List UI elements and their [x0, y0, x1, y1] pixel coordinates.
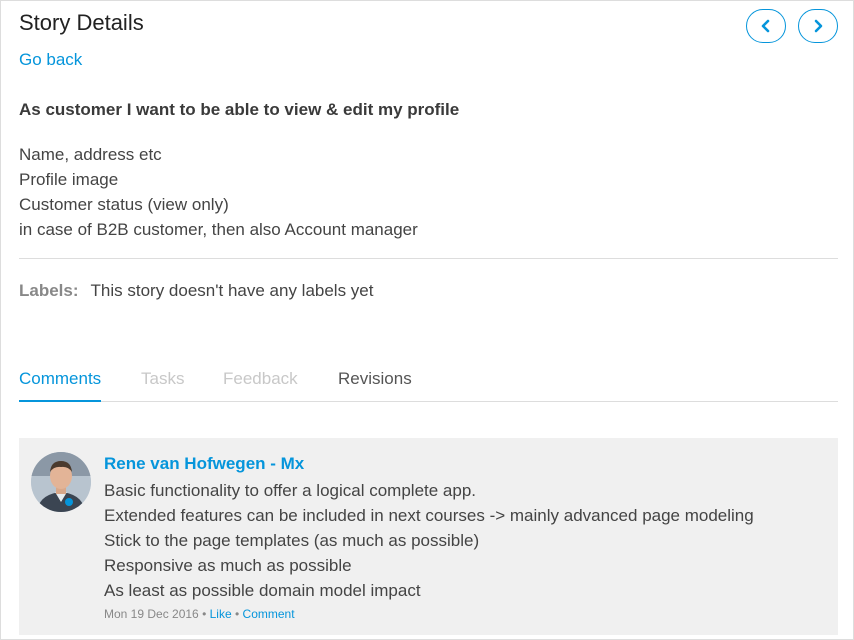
meta-separator: •: [234, 607, 240, 621]
tab-tasks[interactable]: Tasks: [141, 369, 184, 402]
go-back-link[interactable]: Go back: [19, 50, 82, 70]
chevron-left-icon: [761, 19, 770, 33]
comment-meta: Mon 19 Dec 2016 • Like • Comment: [104, 607, 295, 621]
reply-comment-link[interactable]: Comment: [243, 607, 295, 621]
comment-line: Responsive as much as possible: [104, 556, 352, 575]
comment-line: Extended features can be included in nex…: [104, 506, 754, 525]
comment-line: Stick to the page templates (as much as …: [104, 531, 480, 550]
labels-empty-text: This story doesn't have any labels yet: [90, 281, 374, 300]
next-story-button[interactable]: [798, 9, 838, 43]
meta-separator: •: [202, 607, 207, 621]
user-avatar-icon: [31, 452, 91, 512]
comment-date: Mon 19 Dec 2016: [104, 607, 199, 621]
section-divider: [19, 258, 838, 259]
comment-item: Rene van Hofwegen - Mx Basic functionali…: [19, 438, 838, 635]
comment-line: As least as possible domain model impact: [104, 581, 421, 600]
like-link[interactable]: Like: [210, 607, 232, 621]
tab-revisions[interactable]: Revisions: [338, 369, 412, 402]
tab-comments[interactable]: Comments: [19, 369, 102, 402]
description-line: Customer status (view only): [19, 195, 229, 214]
tab-feedback[interactable]: Feedback: [223, 369, 298, 402]
story-title: As customer I want to be able to view & …: [19, 100, 460, 119]
comment-line: Basic functionality to offer a logical c…: [104, 481, 477, 500]
labels-key: Labels:: [19, 281, 79, 300]
previous-story-button[interactable]: [746, 9, 786, 43]
comment-text: Basic functionality to offer a logical c…: [104, 478, 754, 603]
description-line: in case of B2B customer, then also Accou…: [19, 220, 418, 239]
description-line: Name, address etc: [19, 145, 162, 164]
story-details-panel: Story Details Go back As customer I want…: [0, 0, 854, 640]
labels-row: Labels: This story doesn't have any labe…: [19, 281, 373, 301]
avatar: [31, 452, 91, 512]
story-description: Name, address etc Profile image Customer…: [19, 142, 418, 242]
description-line: Profile image: [19, 170, 119, 189]
comment-author-link[interactable]: Rene van Hofwegen - Mx: [104, 454, 304, 474]
chevron-right-icon: [814, 19, 823, 33]
tab-bar: Comments Tasks Feedback Revisions: [19, 369, 838, 402]
page-title: Story Details: [19, 10, 144, 35]
